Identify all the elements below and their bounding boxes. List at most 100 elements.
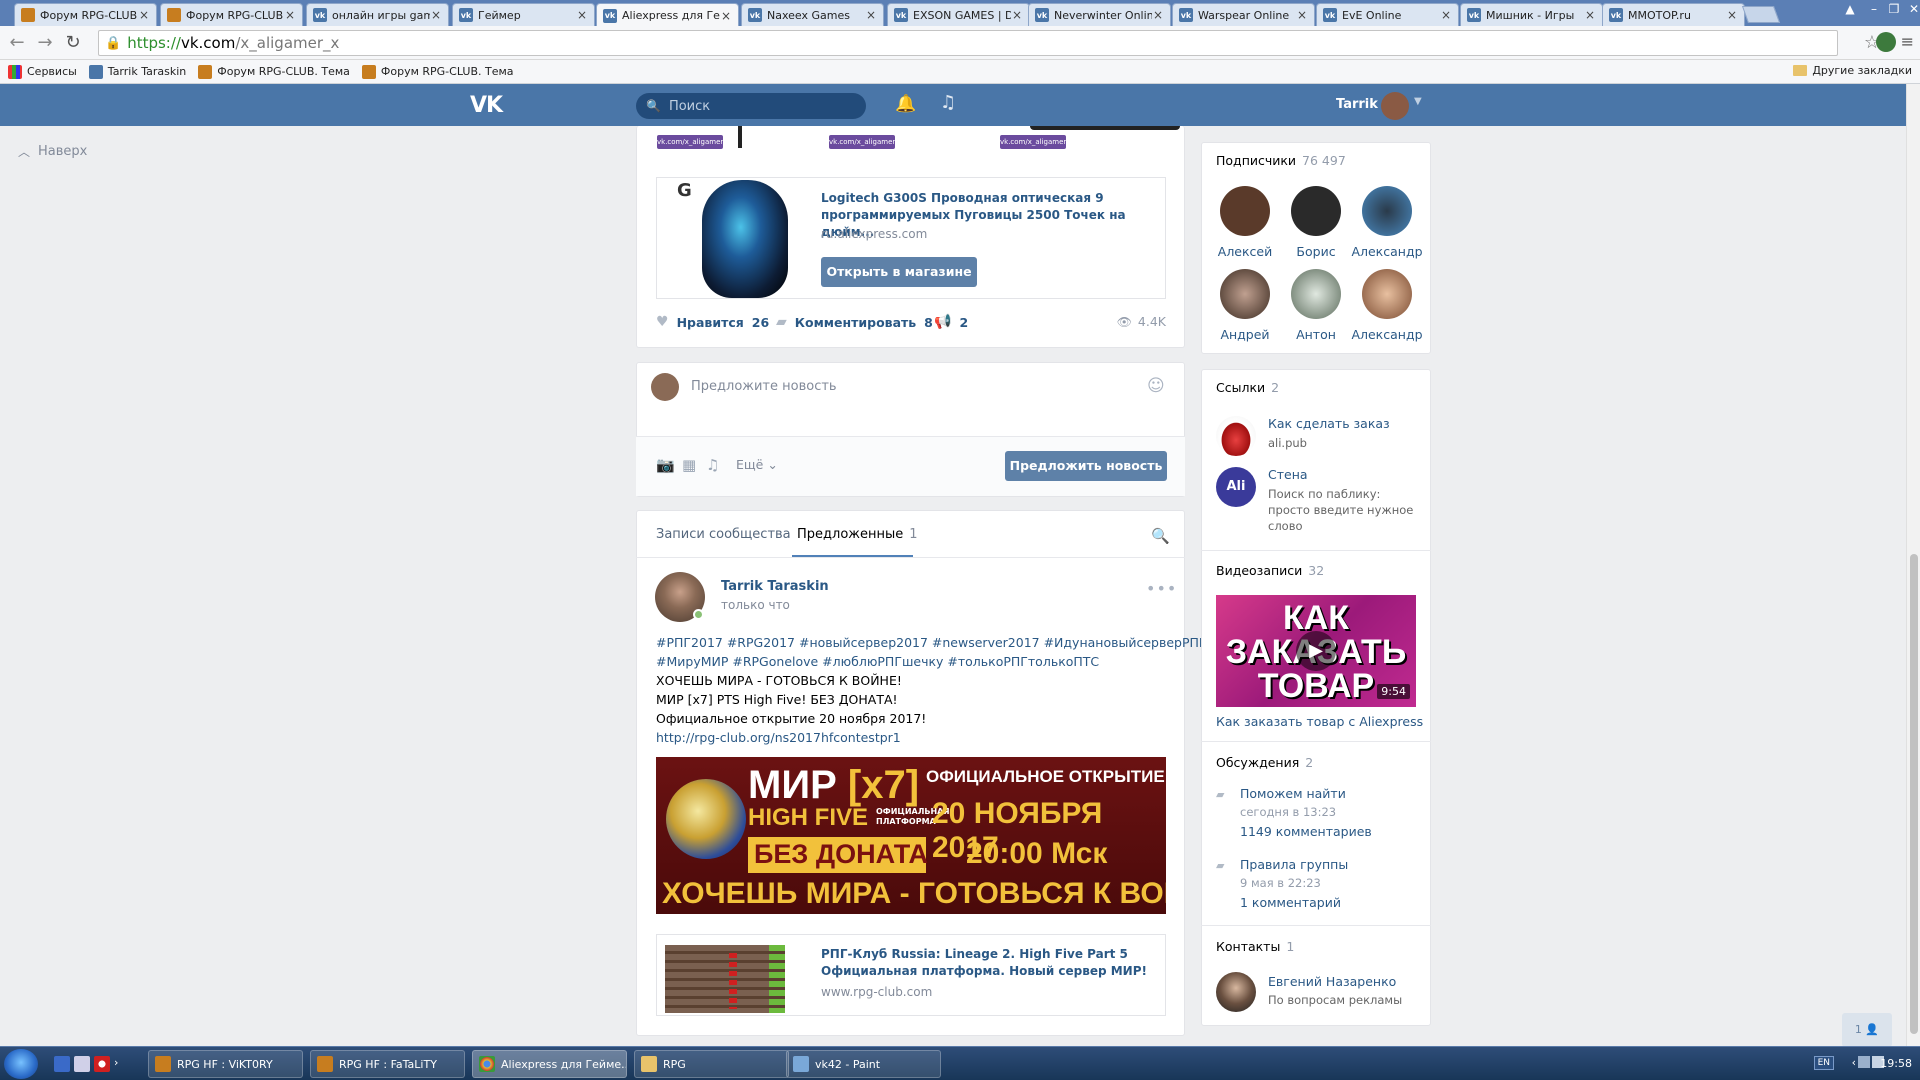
link-snippet[interactable]: G Logitech G300S Проводная оптическая 9 … — [656, 177, 1166, 299]
subscribers-title[interactable]: Подписчики 76 497 — [1216, 153, 1346, 168]
browser-tab[interactable]: vk Геймер × — [452, 3, 595, 26]
share-button[interactable]: 📢 2 — [934, 314, 968, 330]
suggest-input[interactable]: Предложите новость — [691, 379, 837, 394]
browser-tab[interactable]: vk Warspear Online × — [1172, 3, 1315, 26]
subscriber-item[interactable]: Андрей — [1207, 269, 1283, 342]
video-thumbnail[interactable]: КАК ЗАКАЗАТЬ ТОВАР ▶ 9:54 — [1216, 595, 1416, 707]
reload-icon[interactable]: ↻ — [62, 32, 84, 54]
like-button[interactable]: ♥ Нравится 26 — [656, 314, 769, 330]
close-icon[interactable]: × — [576, 8, 588, 22]
browser-tab[interactable]: vk MMOTOP.ru × — [1602, 3, 1745, 26]
browser-tab[interactable]: vk EXSON GAMES | D × — [887, 3, 1030, 26]
close-icon[interactable]: × — [1011, 8, 1023, 22]
avatar[interactable] — [1381, 92, 1409, 120]
links-title[interactable]: Ссылки 2 — [1216, 380, 1279, 395]
bell-icon[interactable]: 🔔 — [895, 94, 916, 114]
video-icon[interactable]: ▦ — [682, 456, 696, 474]
post-link[interactable]: http://rpg-club.org/ns2017hfcontestpr1 — [656, 728, 901, 747]
browser-tab[interactable]: vk Мишник - Игры × — [1460, 3, 1603, 26]
bookmark-item[interactable]: Форум RPG-CLUB. Тема — [361, 64, 514, 79]
bookmark-item[interactable]: Tarrik Taraskin — [88, 64, 186, 79]
post-time[interactable]: только что — [721, 598, 790, 612]
close-icon[interactable]: × — [1296, 8, 1308, 22]
link-title[interactable]: Как сделать заказ — [1268, 416, 1390, 431]
post-banner-image[interactable]: МИР [x7] HIGH FIVE ОФИЦИАЛЬНАЯ ПЛАТФОРМА… — [656, 757, 1166, 914]
post-hashtags[interactable]: #МируМИР #RPGonelove #люблюРПГшечку #тол… — [656, 652, 1099, 671]
browser-tab[interactable]: Форум RPG-CLUB × — [14, 3, 157, 26]
close-icon[interactable]: × — [1726, 8, 1738, 22]
menu-icon[interactable]: ≡ — [1901, 32, 1914, 51]
play-icon[interactable]: ▶ — [1296, 631, 1336, 671]
bookmark-item[interactable]: Сервисы — [8, 64, 77, 79]
close-icon[interactable]: × — [284, 8, 296, 22]
search-icon[interactable]: 🔍 — [1151, 527, 1170, 545]
more-options-icon[interactable]: ••• — [1146, 579, 1177, 598]
discussion-comments[interactable]: 1 комментарий — [1240, 895, 1341, 910]
browser-tab[interactable]: vk Naxeex Games × — [741, 3, 884, 26]
discussions-title[interactable]: Обсуждения 2 — [1216, 755, 1313, 770]
language-indicator[interactable]: EN — [1813, 1056, 1834, 1070]
browser-tab[interactable]: vk Neverwinter Onlin × — [1028, 3, 1171, 26]
forward-icon[interactable]: → — [34, 32, 56, 54]
search-input[interactable]: 🔍 Поиск — [636, 93, 866, 119]
post-hashtags[interactable]: #РПГ2017 #RPG2017 #новыйсервер2017 #news… — [656, 633, 1207, 652]
music-icon[interactable]: ♫ — [706, 456, 719, 474]
browser-tab-active[interactable]: vk Aliexpress для Ге × — [596, 3, 739, 27]
discussion-title[interactable]: Поможем найти — [1240, 786, 1346, 801]
back-icon[interactable]: ← — [6, 32, 28, 54]
close-icon[interactable]: × — [1440, 8, 1452, 22]
link-title[interactable]: Стена — [1268, 467, 1308, 482]
close-icon[interactable]: × — [1152, 8, 1164, 22]
address-bar[interactable]: 🔒 https:// vk.com /x_aligamer_x — [98, 30, 1838, 56]
browser-tab[interactable]: vk онлайн игры game × — [306, 3, 449, 26]
opera-icon[interactable] — [94, 1056, 110, 1072]
taskbar-item[interactable]: Aliexpress для Гейме... — [472, 1050, 627, 1078]
contact-name[interactable]: Евгений Назаренко — [1268, 974, 1396, 989]
suggest-news-button[interactable]: Предложить новость — [1005, 451, 1167, 481]
subscriber-item[interactable]: Антон — [1278, 269, 1354, 342]
close-icon[interactable]: × — [720, 9, 732, 23]
subscriber-item[interactable]: Борис — [1278, 186, 1354, 259]
explorer-icon[interactable] — [74, 1056, 90, 1072]
close-icon[interactable]: × — [138, 8, 150, 22]
clock[interactable]: 19:58 — [1880, 1057, 1912, 1070]
tab-suggested[interactable]: Предложенные 1 — [797, 527, 918, 542]
avatar[interactable] — [1216, 972, 1256, 1012]
contacts-title[interactable]: Контакты 1 — [1216, 939, 1294, 954]
chevron-left-icon[interactable]: ‹ — [1852, 1056, 1856, 1069]
browser-tab[interactable]: Форум RPG-CLUB × — [160, 3, 303, 26]
taskbar-item[interactable]: RPG — [634, 1050, 789, 1078]
chat-button[interactable]: 1 👤 — [1842, 1013, 1892, 1047]
show-desktop-icon[interactable] — [54, 1056, 70, 1072]
music-icon[interactable]: ♫ — [940, 92, 956, 113]
other-bookmarks[interactable]: Другие закладки — [1793, 64, 1912, 77]
close-icon[interactable]: × — [865, 8, 877, 22]
close-icon[interactable]: × — [430, 8, 442, 22]
discussion-title[interactable]: Правила группы — [1240, 857, 1348, 872]
close-window-button[interactable]: ✕ — [1900, 0, 1920, 20]
comment-button[interactable]: ▰ Комментировать 8 — [776, 314, 933, 330]
start-button[interactable] — [4, 1049, 38, 1079]
chevron-down-icon[interactable]: ▼ — [1414, 96, 1422, 107]
videos-title[interactable]: Видеозаписи 32 — [1216, 563, 1324, 578]
post-author[interactable]: Tarrik Taraskin — [721, 579, 829, 594]
more-attachments-button[interactable]: Ещё ⌄ — [736, 457, 778, 472]
taskbar-item[interactable]: vk42 - Paint — [786, 1050, 941, 1078]
new-tab-button[interactable] — [1741, 6, 1781, 23]
browser-tab[interactable]: vk EvE Online × — [1316, 3, 1459, 26]
emoji-icon[interactable]: ☺ — [1147, 376, 1165, 396]
subscriber-item[interactable]: Александр — [1349, 186, 1425, 259]
snippet-title[interactable]: РПГ-Клуб Russia: Lineage 2. High Five Pa… — [821, 946, 1151, 980]
scroll-thumb[interactable] — [1910, 554, 1918, 1034]
extension-icon[interactable] — [1876, 32, 1896, 52]
video-caption[interactable]: Как заказать товар с Aliexpress — [1216, 714, 1423, 729]
vk-logo[interactable]: VK — [470, 93, 503, 118]
scrollbar[interactable] — [1906, 84, 1920, 1046]
tab-community-records[interactable]: Записи сообщества — [656, 527, 791, 542]
link-snippet[interactable]: РПГ-Клуб Russia: Lineage 2. High Five Pa… — [656, 934, 1166, 1016]
discussion-comments[interactable]: 1149 комментариев — [1240, 824, 1372, 839]
subscriber-item[interactable]: Алексей — [1207, 186, 1283, 259]
network-icon[interactable] — [1858, 1056, 1870, 1068]
close-icon[interactable]: × — [1584, 8, 1596, 22]
subscriber-item[interactable]: Александр — [1349, 269, 1425, 342]
